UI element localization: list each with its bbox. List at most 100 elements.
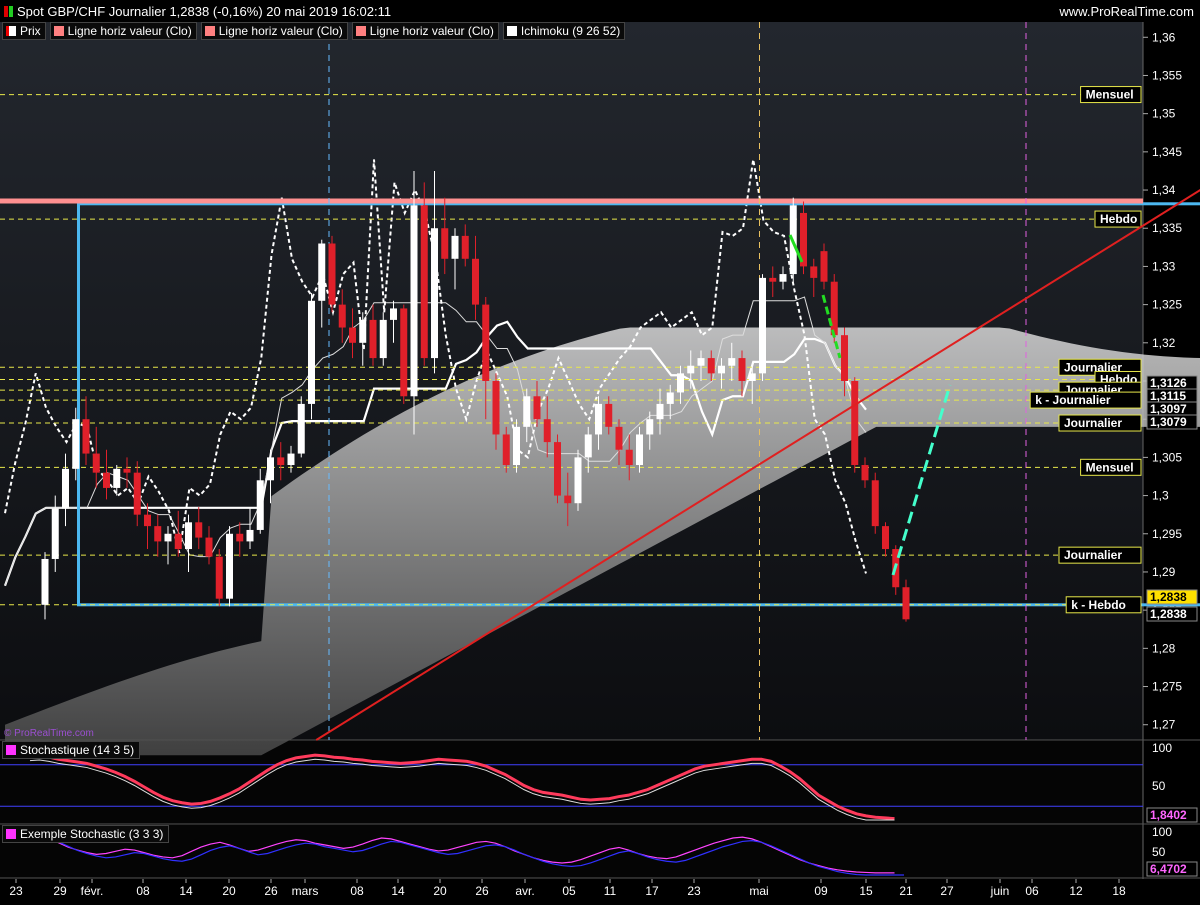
candle-body	[851, 381, 858, 465]
legend-label: Prix	[20, 24, 41, 38]
candle-body	[657, 404, 664, 419]
y-tick-label: 1,35	[1152, 107, 1176, 121]
y-tick-label: 1,355	[1152, 68, 1182, 82]
candle-body	[226, 534, 233, 599]
candle-body	[626, 450, 633, 465]
candle-body	[708, 358, 715, 373]
x-tick-label: 20	[433, 884, 447, 898]
candle-body	[370, 320, 377, 358]
candle-body	[595, 404, 602, 435]
candle-body	[144, 515, 151, 526]
x-tick-label: avr.	[515, 884, 534, 898]
y-tick-label: 1,34	[1152, 183, 1176, 197]
candle-body	[298, 404, 305, 454]
candle-body	[667, 392, 674, 403]
price-readout: 1,3097	[1150, 402, 1187, 416]
candle-body	[544, 419, 551, 442]
candle-body	[308, 301, 315, 404]
candle-body	[698, 358, 705, 366]
site-url[interactable]: www.ProRealTime.com	[1059, 4, 1194, 19]
legend-label: Ligne horiz valeur (Clo)	[370, 24, 494, 38]
price-readout: 1,2838	[1150, 590, 1187, 604]
example-stochastic-legend[interactable]: Exemple Stochastic (3 3 3)	[2, 825, 169, 843]
price-readout: 1,3079	[1150, 415, 1187, 429]
x-tick-label: juin	[990, 884, 1010, 898]
stochastic-label: Stochastique (14 3 5)	[20, 743, 134, 757]
stochastic-axis-label: 100	[1152, 741, 1172, 755]
level-label: Hebdo	[1100, 212, 1137, 226]
candle-body	[810, 266, 817, 277]
candle-body	[380, 320, 387, 358]
candle-body	[769, 278, 776, 282]
legend-label: Ichimoku (9 26 52)	[521, 24, 620, 38]
candle-body	[124, 469, 131, 473]
stochastic-swatch-icon	[6, 745, 16, 755]
candle-body	[687, 366, 694, 374]
x-tick-label: 23	[9, 884, 23, 898]
candle-body	[523, 396, 530, 427]
candle-body	[42, 559, 49, 605]
x-tick-label: 17	[645, 884, 659, 898]
example-stochastic-panel-bg	[0, 825, 1143, 878]
candle-body	[780, 274, 787, 282]
candle-body	[175, 534, 182, 549]
stochastic-legend[interactable]: Stochastique (14 3 5)	[2, 741, 140, 759]
y-tick-label: 1,305	[1152, 450, 1182, 464]
candle-body	[759, 278, 766, 373]
example-stochastic-axis-label: 50	[1152, 845, 1166, 859]
price-readout: 1,2838	[1150, 607, 1187, 621]
candle-body	[564, 496, 571, 504]
candle-body	[605, 404, 612, 427]
y-tick-label: 1,27	[1152, 718, 1176, 732]
candle-body	[195, 522, 202, 537]
candle-body	[134, 473, 141, 515]
y-tick-label: 1,275	[1152, 680, 1182, 694]
candle-body	[585, 434, 592, 457]
y-tick-label: 1,28	[1152, 641, 1176, 655]
y-tick-label: 1,3	[1152, 489, 1169, 503]
legend-item-ichimoku[interactable]: Ichimoku (9 26 52)	[503, 22, 625, 40]
legend-item-hline-1[interactable]: Ligne horiz valeur (Clo)	[50, 22, 197, 40]
candle-body	[277, 457, 284, 465]
ichimoku-swatch-icon	[507, 26, 517, 36]
legend-item-hline-3[interactable]: Ligne horiz valeur (Clo)	[352, 22, 499, 40]
level-label: Journalier	[1064, 416, 1122, 430]
candle-body	[503, 434, 510, 465]
example-stochastic-readout: 6,4702	[1150, 862, 1187, 876]
x-tick-label: 26	[264, 884, 278, 898]
candle-body	[329, 244, 336, 305]
candle-body	[318, 244, 325, 301]
candle-body	[431, 228, 438, 358]
candle-body	[288, 454, 295, 465]
x-tick-label: 29	[53, 884, 67, 898]
legend-item-hline-2[interactable]: Ligne horiz valeur (Clo)	[201, 22, 348, 40]
legend-item-price[interactable]: Prix	[2, 22, 46, 40]
level-label: k - Hebdo	[1071, 598, 1126, 612]
candle-body	[749, 373, 756, 381]
candle-body	[903, 587, 910, 619]
candle-body	[841, 335, 848, 381]
candle-body	[359, 320, 366, 343]
candle-body	[216, 557, 223, 599]
candle-body	[236, 534, 243, 542]
x-tick-label: 15	[859, 884, 873, 898]
candle-body	[72, 419, 79, 469]
candle-body	[677, 373, 684, 392]
candle-body	[247, 530, 254, 541]
candle-body	[482, 305, 489, 381]
candle-body	[62, 469, 69, 509]
candle-body	[257, 480, 264, 530]
x-tick-label: 11	[604, 884, 617, 898]
candle-body	[390, 308, 397, 319]
candle-body	[154, 526, 161, 541]
x-tick-label: 12	[1069, 884, 1083, 898]
example-stochastic-axis-label: 100	[1152, 825, 1172, 839]
candle-body	[421, 205, 428, 358]
candle-body	[882, 526, 889, 549]
candle-body	[872, 480, 879, 526]
candle-body	[441, 228, 448, 259]
y-tick-label: 1,29	[1152, 565, 1176, 579]
x-tick-label: févr.	[81, 884, 104, 898]
x-tick-label: 14	[179, 884, 193, 898]
y-tick-label: 1,33	[1152, 259, 1176, 273]
